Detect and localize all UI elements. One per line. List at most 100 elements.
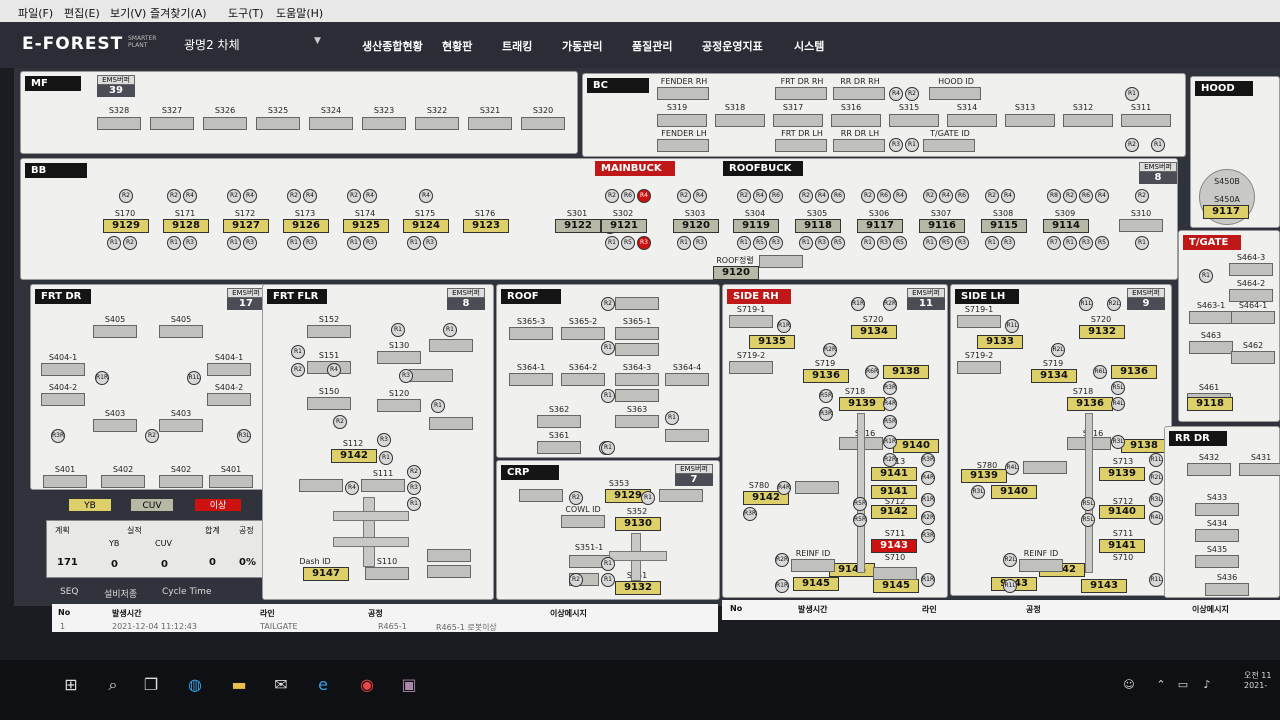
ems-buffer: EMS버퍼 17 <box>227 288 265 310</box>
car-number: 9115 <box>981 219 1027 233</box>
mainbuck-title: MAINBUCK <box>595 161 675 176</box>
station-box <box>409 369 453 382</box>
robot-indicator: R2 <box>985 189 999 203</box>
nav-item[interactable]: 트래킹 <box>502 38 532 54</box>
ems-value: 11 <box>907 298 945 310</box>
panel-side-rh: SIDE RH EMS버퍼 11 S719-1 S720 S719-2 S719 S718… <box>722 284 948 598</box>
station-box <box>1119 219 1163 232</box>
panel-title: SIDE LH <box>955 289 1019 304</box>
panel-frt-flr: FRT FLR EMS버퍼 8 S152 S151 S130 S150 S120 S112 S… <box>262 284 494 600</box>
people-icon[interactable]: ☺ <box>1118 674 1140 696</box>
station-label: S328 <box>108 106 130 115</box>
ems-buffer: EMS버퍼 7 <box>675 464 713 486</box>
station-label: S327 <box>161 106 183 115</box>
menu-item[interactable]: 편집(E) <box>64 5 100 21</box>
station-box <box>361 479 405 492</box>
car-number: 9114 <box>1043 219 1089 233</box>
nav-item[interactable]: 생산종합현황 <box>362 38 423 54</box>
robot-indicator: R5 <box>831 236 845 250</box>
robot-indicator: R4 <box>1095 189 1109 203</box>
part-label: FENDER LH <box>661 129 707 138</box>
nav-item[interactable]: 공정운영지표 <box>702 38 763 54</box>
network-icon[interactable]: ▭ <box>1172 674 1194 696</box>
robot-indicator: R3 <box>1001 236 1015 250</box>
robot-indicator: R4 <box>327 363 341 377</box>
station-box <box>150 117 194 130</box>
station-box <box>889 114 939 127</box>
windows-start-icon[interactable]: ⊞ <box>60 674 82 696</box>
nav-item[interactable]: 품질관리 <box>632 38 672 54</box>
station-box <box>415 117 459 130</box>
robot-indicator: R1 <box>291 345 305 359</box>
folder-icon[interactable]: ▬ <box>228 674 250 696</box>
station-box <box>957 315 1001 328</box>
menu-item[interactable]: 파일(F) <box>18 5 53 21</box>
robot-indicator: R1R <box>851 297 865 311</box>
nav-item[interactable]: 시스템 <box>794 38 824 54</box>
car-number: 9120 <box>673 219 719 233</box>
menu-item[interactable]: 도움말(H) <box>276 5 323 21</box>
robot-indicator: R1 <box>665 411 679 425</box>
station-box <box>429 417 473 430</box>
chevron-down-icon[interactable]: ▼ <box>314 36 321 46</box>
station-box <box>773 114 823 127</box>
app-icon[interactable]: ▣ <box>398 674 420 696</box>
car-number: 9143 <box>1081 579 1127 593</box>
car-number: 9138 <box>883 365 929 379</box>
station-label: REINF ID <box>795 549 831 558</box>
app-header: E-FOREST SMARTER PLANT 광명2 차체 ▼ 생산종합현황 현황판… <box>0 22 1280 68</box>
station-box <box>41 363 85 376</box>
robot-indicator: R1 <box>431 399 445 413</box>
clock: 오전 11 2021- <box>1244 671 1272 690</box>
panel-side-lh: SIDE LH EMS버퍼 9 S719-1 S720 S719-2 S719 S718 S… <box>950 284 1172 596</box>
station-box <box>1189 311 1233 324</box>
chrome-icon[interactable]: ◉ <box>356 674 378 696</box>
car-number: 9116 <box>919 219 965 233</box>
ie-icon[interactable]: e <box>312 674 334 696</box>
station-label: S720 <box>1090 315 1112 324</box>
nav-item[interactable]: 현황판 <box>442 38 472 54</box>
robot-indicator: R2 <box>1135 189 1149 203</box>
menu-item[interactable]: 보기(V) <box>110 5 146 21</box>
robot-indicator: R2 <box>291 363 305 377</box>
sub-cuv: CUV <box>155 539 172 548</box>
robot-indicator: R1R <box>777 319 791 333</box>
search-icon[interactable]: ⌕ <box>102 674 124 696</box>
ems-label: EMS버퍼 <box>1139 162 1177 172</box>
tab-seq[interactable]: SEQ <box>60 587 78 597</box>
robot-indicator: R6 <box>769 189 783 203</box>
robot-indicator: R3 <box>769 236 783 250</box>
menu-item[interactable]: 즐겨찾기(A) <box>150 5 207 21</box>
station-label: S401 <box>220 465 242 474</box>
robot-indicator: R1 <box>923 236 937 250</box>
robot-indicator: R3R <box>921 453 935 467</box>
station-box <box>509 373 553 386</box>
plant-selector[interactable]: 광명2 차체 <box>184 36 240 53</box>
tab-equipment[interactable]: 설비저종 <box>104 587 137 600</box>
task-view-icon[interactable]: ❐ <box>140 674 162 696</box>
table-header: 라인 <box>260 609 275 618</box>
station-label: S464-3 <box>1236 253 1266 262</box>
menu-item[interactable]: 도구(T) <box>228 5 264 21</box>
station-label: S317 <box>782 103 804 112</box>
robot-indicator: R2 <box>407 465 421 479</box>
car-number: 9117 <box>1203 205 1249 219</box>
volume-icon[interactable]: ♪ <box>1196 674 1218 696</box>
nav-item[interactable]: 가동관리 <box>562 38 602 54</box>
alarm-table-right: No 발생시간 라인 공정 이상메시지 <box>722 600 1280 620</box>
robot-indicator: R2L <box>1107 297 1121 311</box>
edge-icon[interactable]: ◍ <box>184 674 206 696</box>
part-box <box>657 139 709 152</box>
robot-indicator: R2 <box>1125 138 1139 152</box>
tray-chevron-icon[interactable]: ⌃ <box>1150 674 1172 696</box>
tab-cycle-time[interactable]: Cycle Time <box>162 587 211 597</box>
station-box <box>1231 351 1275 364</box>
mail-icon[interactable]: ✉ <box>270 674 292 696</box>
robot-indicator: R5R <box>819 389 833 403</box>
robot-indicator: R2 <box>605 189 619 203</box>
ems-value: 17 <box>227 298 265 310</box>
station-label: S710 <box>1112 553 1134 562</box>
car-number: 9125 <box>343 219 389 233</box>
robot-indicator: R3 <box>183 236 197 250</box>
station-label: S364-3 <box>622 363 652 372</box>
